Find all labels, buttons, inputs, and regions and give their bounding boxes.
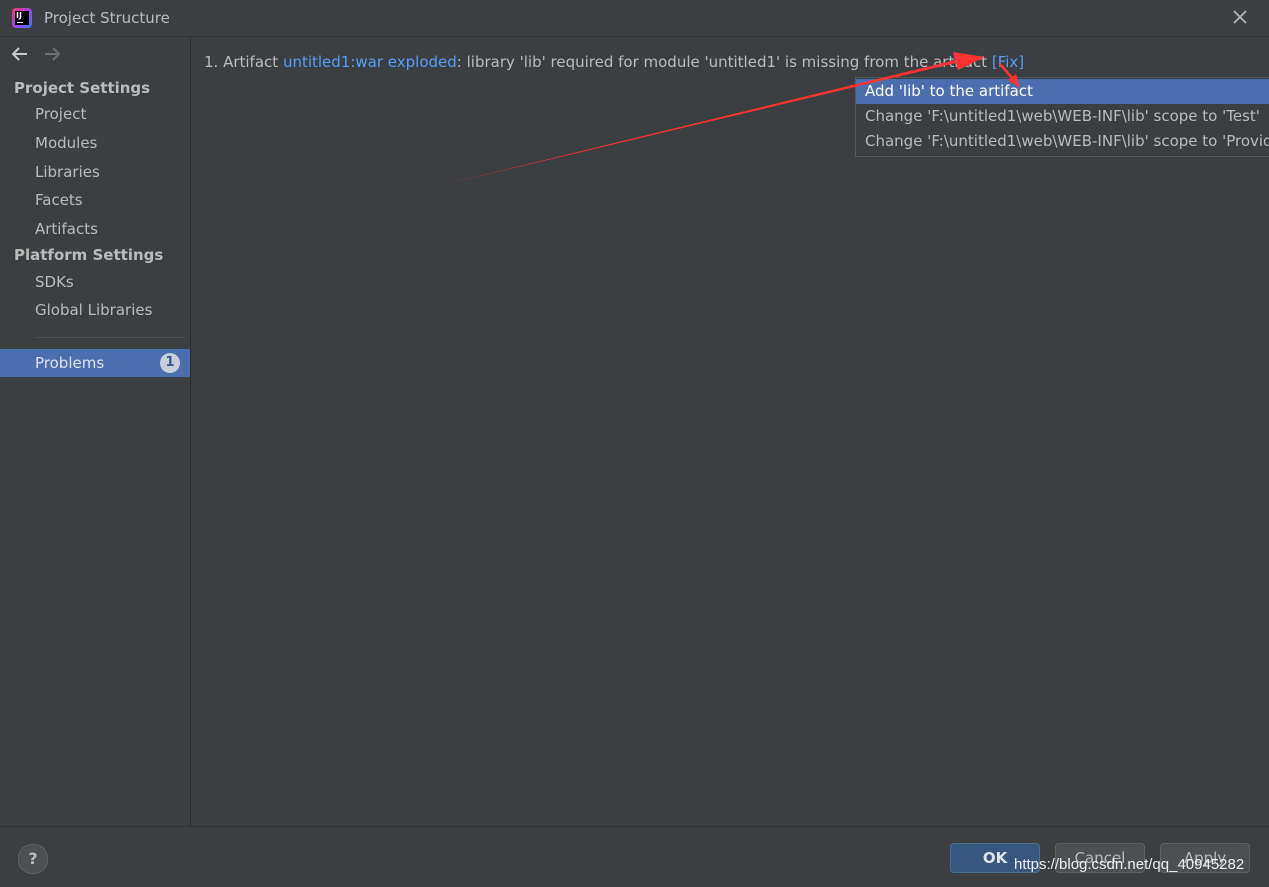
- sidebar-item-modules[interactable]: Modules: [35, 134, 97, 152]
- problem-message: : library 'lib' required for module 'unt…: [456, 53, 992, 71]
- artifact-link[interactable]: untitled1:war exploded: [283, 53, 457, 71]
- popup-option-scope-test[interactable]: Change 'F:\untitled1\web\WEB-INF\lib' sc…: [856, 104, 1269, 129]
- section-platform-settings: Platform Settings: [14, 246, 164, 264]
- sidebar-item-project[interactable]: Project: [35, 105, 86, 123]
- sidebar-item-problems[interactable]: Problems 1: [0, 349, 190, 377]
- problems-label: Problems: [35, 354, 105, 372]
- intellij-logo-icon: IJ: [12, 8, 32, 28]
- sidebar-item-global-libraries[interactable]: Global Libraries: [35, 301, 152, 319]
- problems-count-badge: 1: [160, 353, 180, 373]
- problem-entry: 1. Artifact untitled1:war exploded: libr…: [204, 53, 1024, 71]
- sidebar-item-libraries[interactable]: Libraries: [35, 163, 100, 181]
- section-project-settings: Project Settings: [14, 79, 151, 97]
- title-bar: IJ Project Structure: [0, 0, 1269, 37]
- popup-option-add-lib[interactable]: Add 'lib' to the artifact: [856, 79, 1269, 104]
- fix-link[interactable]: [Fix]: [992, 53, 1024, 71]
- fix-popup-menu: Add 'lib' to the artifact Change 'F:\unt…: [855, 77, 1269, 157]
- problem-prefix: 1. Artifact: [204, 53, 283, 71]
- help-button[interactable]: ?: [18, 844, 48, 874]
- back-arrow-icon[interactable]: [9, 43, 31, 65]
- sidebar: Project Settings Project Modules Librari…: [0, 37, 191, 826]
- close-icon[interactable]: [1228, 5, 1252, 29]
- window-title: Project Structure: [44, 9, 170, 27]
- sidebar-item-artifacts[interactable]: Artifacts: [35, 220, 98, 238]
- sidebar-item-sdks[interactable]: SDKs: [35, 273, 74, 291]
- sidebar-divider: [35, 337, 185, 338]
- sidebar-item-facets[interactable]: Facets: [35, 191, 83, 209]
- popup-option-scope-provided[interactable]: Change 'F:\untitled1\web\WEB-INF\lib' sc…: [856, 129, 1269, 154]
- watermark: https://blog.csdn.net/qq_40945282: [1014, 856, 1245, 873]
- forward-arrow-icon[interactable]: [41, 43, 63, 65]
